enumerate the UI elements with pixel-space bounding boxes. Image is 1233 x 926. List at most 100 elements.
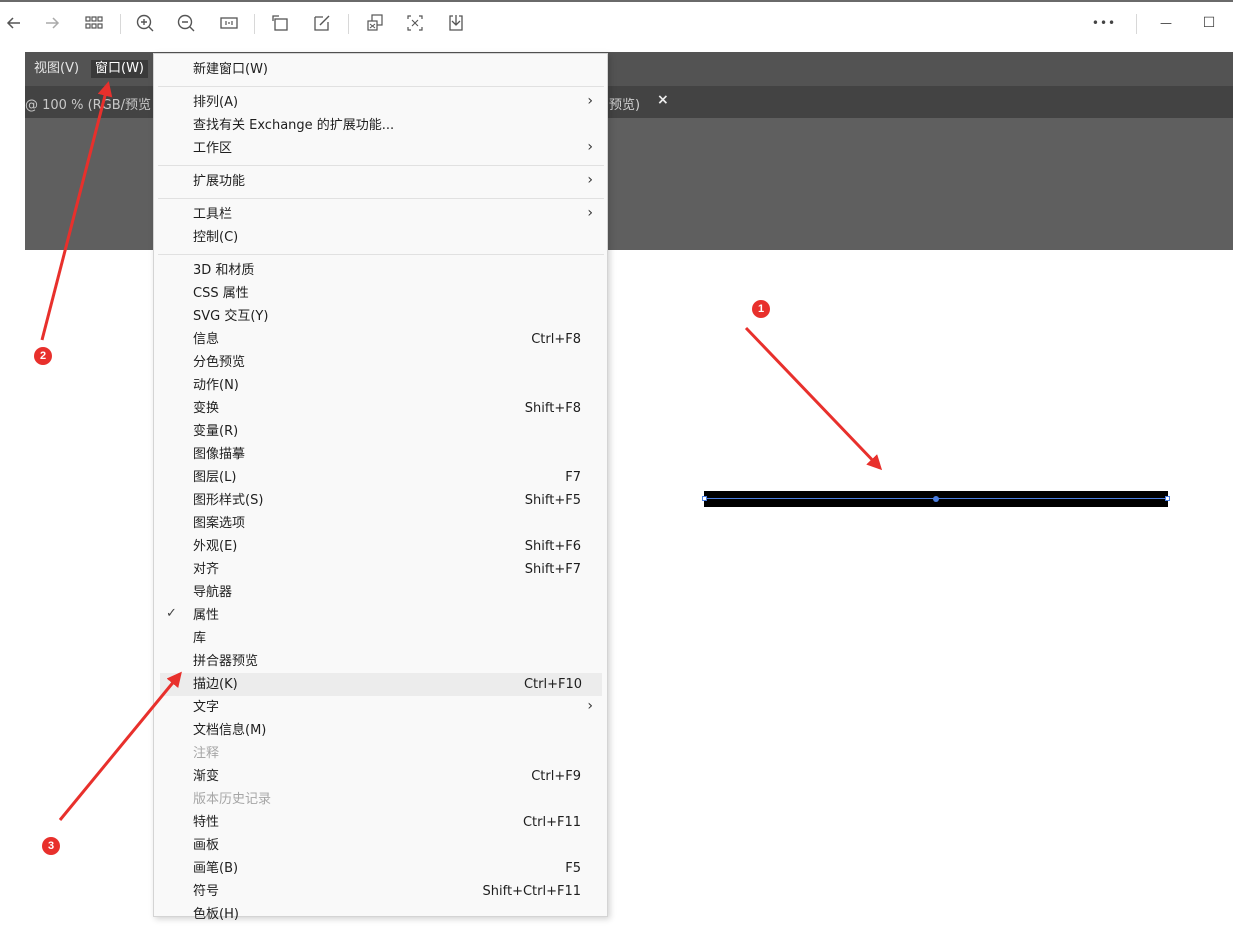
menu-item[interactable]: 分色预览	[154, 351, 607, 374]
menu-item-label: 属性	[193, 608, 220, 623]
menu-item[interactable]: 文档信息(M)	[154, 719, 607, 742]
annotation-badge-2: 2	[34, 347, 52, 365]
edit-icon[interactable]	[308, 10, 336, 36]
menu-item-label: 变换	[193, 401, 220, 416]
menu-item[interactable]: 图层(L) F7	[154, 466, 607, 489]
menu-item[interactable]: 库	[154, 627, 607, 650]
menu-item[interactable]: 图形样式(S) Shift+F5	[154, 489, 607, 512]
menu-item-label: 扩展功能	[193, 174, 246, 189]
zoom-in-icon[interactable]	[131, 10, 159, 36]
menu-view[interactable]: 视图(V)	[34, 60, 79, 78]
menu-item[interactable]: 信息 Ctrl+F8	[154, 328, 607, 351]
rotate-icon[interactable]	[266, 10, 294, 36]
menu-item-label: SVG 交互(Y)	[193, 309, 269, 324]
menu-item-shortcut: Ctrl+F11	[522, 815, 581, 830]
forward-arrow-icon[interactable]	[38, 10, 66, 36]
menu-separator	[158, 165, 604, 166]
download-icon[interactable]	[442, 10, 470, 36]
toolbar-divider	[254, 14, 255, 34]
menu-item[interactable]: 拼合器预览	[154, 650, 607, 673]
menu-separator	[158, 254, 604, 255]
menu-item-label: 画板	[193, 838, 220, 853]
menu-item[interactable]: 新建窗口(W)	[154, 58, 607, 81]
menu-item-label: 画笔(B)	[193, 861, 239, 876]
menu-item[interactable]: SVG 交互(Y)	[154, 305, 607, 328]
menu-item[interactable]: 特性 Ctrl+F11	[154, 811, 607, 834]
selection-center-point	[933, 496, 939, 502]
close-tab-icon[interactable]: ×	[657, 92, 669, 108]
menu-item[interactable]: 色板(H)	[154, 903, 607, 926]
maximize-icon[interactable]: ☐	[1195, 10, 1223, 36]
minimize-icon[interactable]: —	[1152, 10, 1180, 36]
ocr-icon[interactable]	[401, 10, 429, 36]
menu-item-label: 导航器	[193, 585, 233, 600]
menu-item-label: 版本历史记录	[193, 792, 272, 807]
chevron-right-icon: ›	[587, 139, 593, 155]
menu-item-shortcut: Ctrl+F9	[531, 769, 581, 784]
menu-item-label: 3D 和材质	[193, 263, 255, 278]
menu-item[interactable]: 外观(E) Shift+F6	[154, 535, 607, 558]
toolbar-divider	[1136, 14, 1137, 34]
back-arrow-icon[interactable]	[0, 10, 28, 36]
menu-item[interactable]: 对齐 Shift+F7	[154, 558, 607, 581]
chevron-right-icon: ›	[587, 93, 593, 109]
menu-item[interactable]: ✓ 属性	[154, 604, 607, 627]
menu-item-label: 渐变	[193, 769, 220, 784]
selection-handle-left[interactable]	[702, 496, 707, 501]
menu-item[interactable]: 扩展功能 ›	[154, 170, 607, 193]
document-tab-title-end[interactable]: 预览)	[609, 94, 640, 113]
menu-item[interactable]: 描边(K) Ctrl+F10	[160, 673, 602, 696]
checkmark-icon: ✓	[166, 606, 177, 621]
menu-item[interactable]: 排列(A) ›	[154, 91, 607, 114]
menu-item[interactable]: 画板	[154, 834, 607, 857]
menu-item-label: 注释	[193, 746, 220, 761]
menu-item-shortcut: Ctrl+F10	[523, 677, 582, 692]
selection-handle-right[interactable]	[1165, 496, 1170, 501]
menu-item[interactable]: CSS 属性	[154, 282, 607, 305]
menu-item[interactable]: 图案选项	[154, 512, 607, 535]
menu-item[interactable]: 渐变 Ctrl+F9	[154, 765, 607, 788]
menu-item[interactable]: 查找有关 Exchange 的扩展功能...	[154, 114, 607, 137]
menu-item-label: 图形样式(S)	[193, 493, 264, 508]
chevron-right-icon: ›	[587, 205, 593, 221]
menu-separator	[158, 198, 604, 199]
menu-item[interactable]: 导航器	[154, 581, 607, 604]
document-tab-title[interactable]: @ 100 % (RGB/预览	[25, 94, 151, 113]
menu-item[interactable]: 变量(R)	[154, 420, 607, 443]
menu-item-label: 特性	[193, 815, 220, 830]
menu-item-label: 变量(R)	[193, 424, 239, 439]
menu-item[interactable]: 图像描摹	[154, 443, 607, 466]
grid-icon[interactable]	[80, 10, 108, 36]
menu-item-shortcut: F5	[565, 861, 581, 876]
menu-item-label: CSS 属性	[193, 286, 249, 301]
menu-item-shortcut: Shift+F8	[524, 401, 581, 416]
menu-item[interactable]: 文字 ›	[154, 696, 607, 719]
menu-item-label: 工作区	[193, 141, 233, 156]
menu-item[interactable]: 画笔(B) F5	[154, 857, 607, 880]
menu-item-label: 查找有关 Exchange 的扩展功能...	[193, 118, 395, 133]
menu-item-label: 色板(H)	[193, 907, 239, 922]
extract-text-icon[interactable]	[361, 10, 389, 36]
menu-item[interactable]: 工具栏 ›	[154, 203, 607, 226]
menu-item-label: 工具栏	[193, 207, 233, 222]
annotation-badge-3: 3	[42, 837, 60, 855]
toolbar-divider	[120, 14, 121, 34]
menu-item-shortcut: Shift+F7	[524, 562, 581, 577]
viewer-toolbar: ••• — ☐	[0, 0, 1233, 44]
menu-item[interactable]: 符号 Shift+Ctrl+F11	[154, 880, 607, 903]
fit-page-icon[interactable]	[215, 10, 243, 36]
menu-item-shortcut: Ctrl+F8	[531, 332, 581, 347]
chevron-right-icon: ›	[587, 172, 593, 188]
menu-window[interactable]: 窗口(W)	[91, 60, 148, 78]
menu-item-shortcut: Shift+F5	[524, 493, 581, 508]
menu-item[interactable]: 变换 Shift+F8	[154, 397, 607, 420]
menu-item-label: 拼合器预览	[193, 654, 259, 669]
menu-item[interactable]: 工作区 ›	[154, 137, 607, 160]
menu-item[interactable]: 控制(C)	[154, 226, 607, 249]
more-icon[interactable]: •••	[1090, 10, 1118, 36]
menu-item-shortcut: Shift+F6	[524, 539, 581, 554]
menu-item[interactable]: 动作(N)	[154, 374, 607, 397]
chevron-right-icon: ›	[587, 698, 593, 714]
zoom-out-icon[interactable]	[172, 10, 200, 36]
menu-item[interactable]: 3D 和材质	[154, 259, 607, 282]
